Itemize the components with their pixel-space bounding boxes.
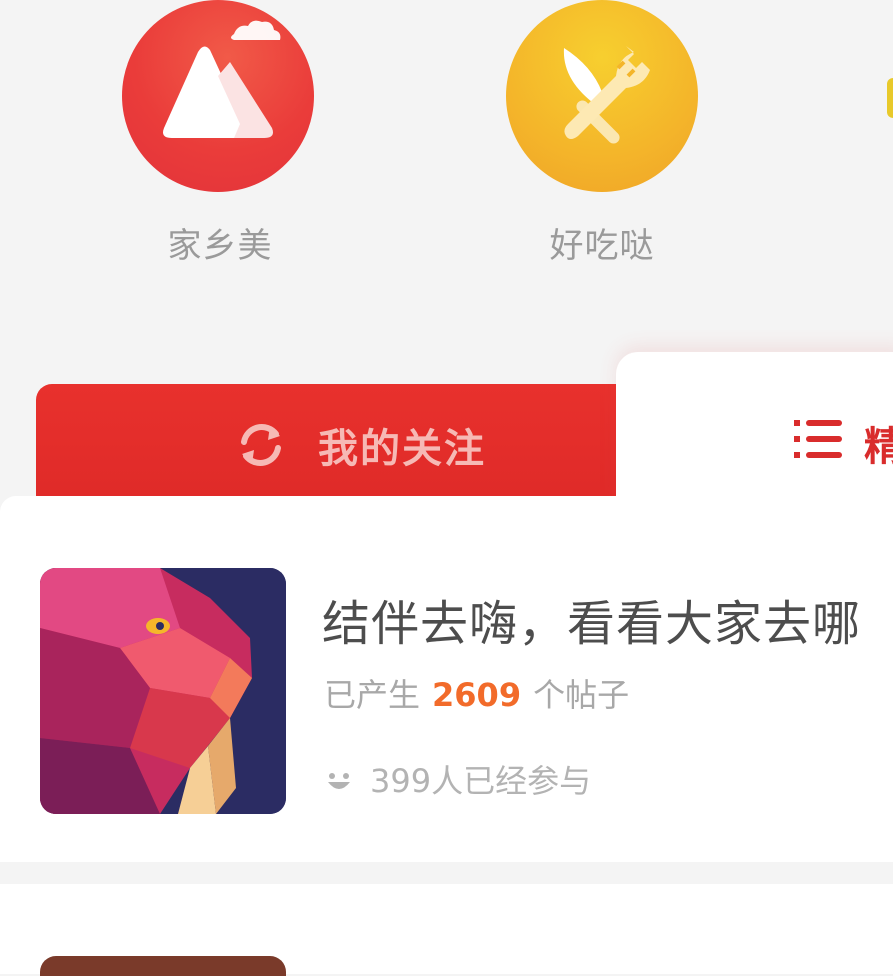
post-count: 2609 [432, 676, 522, 714]
tab-my-follow[interactable]: 我的关注 [36, 384, 636, 504]
topic-card[interactable]: 结伴去嗨，看看大家去哪 已产生 2609 个帖子 399人已经参与 [0, 496, 893, 862]
topic-card-next[interactable] [0, 884, 893, 976]
participants-count: 399人已经参与 [370, 762, 592, 800]
tab-label: 精 [864, 424, 893, 470]
fork-knife-icon [563, 46, 650, 144]
category-label: 好吃哒 [549, 226, 655, 266]
food-icon-circle[interactable] [506, 0, 698, 192]
stats-prefix: 已产生 [324, 676, 421, 714]
refresh-icon [234, 418, 288, 476]
tab-featured[interactable]: 精 [616, 352, 893, 512]
tab-label: 我的关注 [318, 426, 486, 472]
smile-icon [326, 764, 352, 802]
next-category-icon-partial[interactable] [887, 78, 893, 118]
hometown-icon-circle[interactable] [122, 0, 314, 192]
mountain-icon [163, 20, 281, 138]
topic-stats: 已产生 2609 个帖子 [324, 670, 629, 716]
topic-title[interactable]: 结伴去嗨，看看大家去哪 [322, 584, 861, 654]
list-icon [794, 416, 846, 466]
category-label: 家乡美 [167, 226, 273, 266]
stats-suffix: 个帖子 [533, 676, 630, 714]
participants-row: 399人已经参与 [326, 756, 591, 802]
topic-thumbnail-next [40, 956, 286, 976]
topic-thumbnail [40, 568, 286, 814]
